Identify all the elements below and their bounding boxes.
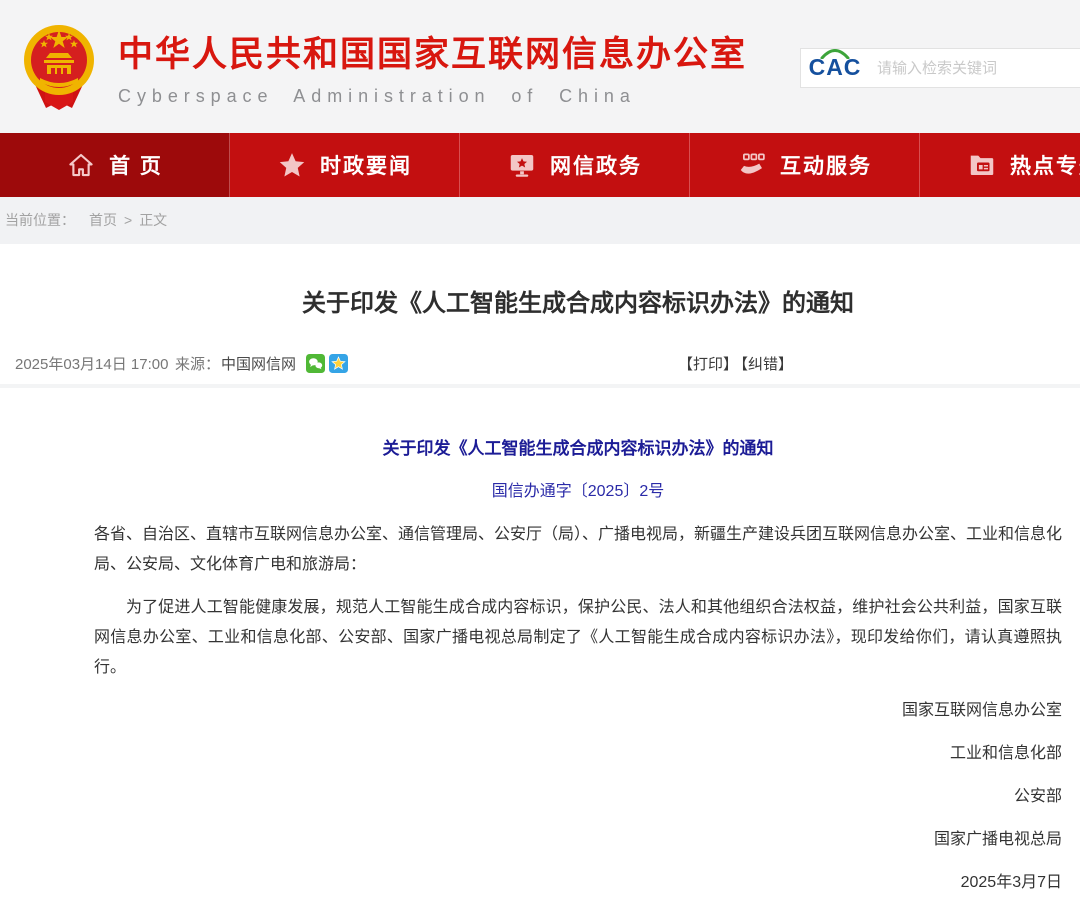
star-icon <box>277 150 307 180</box>
article-page: 关于印发《人工智能生成合成内容标识办法》的通知 2025年03月14日 17:0… <box>0 244 1080 911</box>
monitor-icon <box>507 150 537 180</box>
article-content: 关于印发《人工智能生成合成内容标识办法》的通知 国信办通字〔2025〕2号 各省… <box>94 434 1062 898</box>
main-nav: 首 页 时政要闻 网信政务 互动服务 热点专 <box>0 133 1080 197</box>
paragraph-addressee: 各省、自治区、直辖市互联网信息办公室、通信管理局、公安厅（局）、广播电视局，新疆… <box>94 520 1062 580</box>
breadcrumb-separator: > <box>124 212 132 228</box>
document-title: 关于印发《人工智能生成合成内容标识办法》的通知 <box>94 434 1062 464</box>
signature-line: 工业和信息化部 <box>94 739 1062 769</box>
interaction-icon <box>737 150 767 180</box>
nav-item-egov[interactable]: 网信政务 <box>460 133 690 197</box>
qzone-share-icon[interactable] <box>329 354 348 380</box>
nav-label: 首 页 <box>109 150 163 180</box>
breadcrumb-label: 当前位置： <box>5 212 75 228</box>
error-correction-button[interactable]: 【纠错】 <box>733 354 793 376</box>
signature-date: 2025年3月7日 <box>94 868 1062 898</box>
folder-icon <box>967 150 997 180</box>
print-button[interactable]: 【打印】 <box>678 354 738 376</box>
paragraph-body: 为了促进人工智能健康发展，规范人工智能生成合成内容标识，保护公民、法人和其他组织… <box>94 593 1062 683</box>
page-title: 关于印发《人工智能生成合成内容标识办法》的通知 <box>94 288 1062 320</box>
publish-date: 2025年03月14日 17:00 <box>15 354 168 376</box>
meta-divider <box>0 384 1080 388</box>
cac-logo: CAC <box>801 56 869 80</box>
source-label: 来源： <box>175 354 220 376</box>
home-icon <box>66 150 96 180</box>
breadcrumb-home-link[interactable]: 首页 <box>89 212 117 228</box>
wechat-share-icon[interactable] <box>306 354 325 380</box>
cac-logo-arc-icon <box>820 48 850 59</box>
nav-label: 时政要闻 <box>320 150 412 180</box>
signature-line: 公安部 <box>94 782 1062 812</box>
signature-line: 国家互联网信息办公室 <box>94 696 1062 726</box>
source-value: 中国网信网 <box>221 354 296 376</box>
site-title: 中华人民共和国国家互联网信息办公室 <box>118 26 747 77</box>
national-emblem-icon <box>20 18 98 116</box>
nav-label: 热点专题 <box>1010 150 1080 180</box>
site-header: 中华人民共和国国家互联网信息办公室 Cyberspace Administrat… <box>0 0 1080 133</box>
nav-item-topics[interactable]: 热点专题 <box>920 133 1080 197</box>
search-box: CAC <box>800 48 1080 88</box>
nav-label: 网信政务 <box>550 150 642 180</box>
nav-item-home[interactable]: 首 页 <box>0 133 230 197</box>
signature-line: 国家广播电视总局 <box>94 825 1062 855</box>
breadcrumb-current: 正文 <box>139 212 167 228</box>
nav-item-interactive[interactable]: 互动服务 <box>690 133 920 197</box>
nav-item-news[interactable]: 时政要闻 <box>230 133 460 197</box>
site-subtitle: Cyberspace Administration of China <box>118 86 747 107</box>
search-input[interactable] <box>869 50 1080 86</box>
article-meta: 2025年03月14日 17:00 来源： 中国网信网 【打印】 【纠错】 <box>0 354 1080 376</box>
document-number: 国信办通字〔2025〕2号 <box>94 477 1062 507</box>
nav-label: 互动服务 <box>780 150 872 180</box>
breadcrumb: 当前位置： 首页 > 正文 <box>0 197 1080 244</box>
